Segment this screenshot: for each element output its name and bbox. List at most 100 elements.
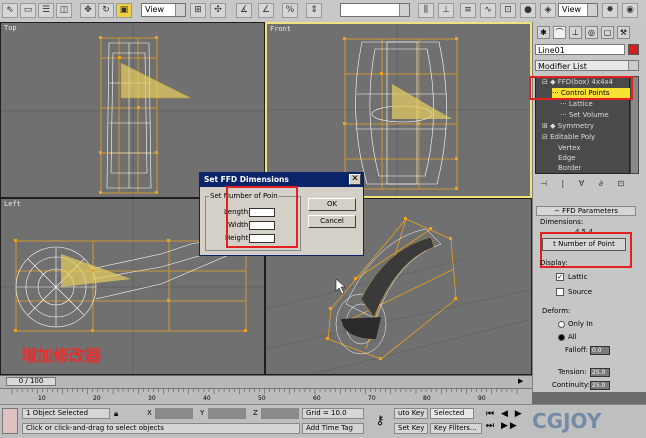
stack-tools[interactable]: ⊣ | ∀ ∂ ⊡ (540, 178, 635, 190)
front-wireframe (267, 24, 530, 196)
stack-item-lattice[interactable]: ··· Lattice (560, 99, 593, 109)
tick-label: 60 (313, 395, 321, 402)
all-radio[interactable] (558, 334, 565, 341)
tick-label: 90 (478, 395, 486, 402)
cancel-button[interactable]: Cancel (308, 215, 356, 228)
key-icon[interactable]: ⚷ (370, 409, 390, 431)
highlight-box-dialog (226, 186, 298, 248)
align-icon[interactable]: ⊥ (438, 3, 454, 18)
motion-tab-icon[interactable]: ◎ (585, 26, 598, 39)
tension-spinner[interactable]: 25.0 (590, 368, 610, 377)
falloff-spinner[interactable]: 0.0 (590, 346, 610, 355)
track-ruler (11, 389, 518, 394)
lattice-checkbox[interactable]: ✓ (556, 273, 564, 281)
stack-item-border[interactable]: Border (558, 163, 581, 173)
dimensions-label: Dimensions: (540, 218, 584, 226)
track-bar[interactable]: 10 20 30 40 50 60 70 80 90 (0, 388, 532, 405)
mirror-icon[interactable]: ⫼ (418, 3, 434, 18)
window-crossing-icon[interactable]: ◫ (56, 3, 72, 18)
scale-icon[interactable]: ▣ (116, 3, 132, 18)
time-slider[interactable]: 0 / 100 ▶ (0, 375, 532, 388)
curve-editor-icon[interactable]: ∿ (480, 3, 496, 18)
source-label: Source (568, 288, 593, 296)
grid-size: Grid = 10.0 (302, 408, 364, 419)
close-icon[interactable]: ✕ (349, 174, 361, 185)
tension-label: Tension: (558, 368, 587, 376)
z-coord-field[interactable] (261, 408, 299, 419)
tick-label: 40 (203, 395, 211, 402)
source-checkbox[interactable] (556, 288, 564, 296)
named-selection-dropdown[interactable] (340, 3, 410, 17)
prompt-line: Click or click-and-drag to select object… (22, 423, 300, 434)
display-tab-icon[interactable]: ▢ (601, 26, 614, 39)
next-frame-icon[interactable]: ▶ (518, 377, 530, 386)
select-name-icon[interactable]: ☰ (38, 3, 54, 18)
layer-icon[interactable]: ≡ (460, 3, 476, 18)
continuity-label: Continuity: (552, 381, 590, 389)
snap-icon[interactable]: ∡ (236, 3, 252, 18)
hierarchy-tab-icon[interactable]: ⊥ (569, 26, 582, 39)
object-name-field[interactable]: Line01 (535, 44, 625, 55)
watermark-logo: CGJOY (532, 409, 602, 433)
tick-label: 50 (258, 395, 266, 402)
create-tab-icon[interactable]: ✱ (537, 26, 550, 39)
object-color-swatch[interactable] (628, 44, 639, 55)
auto-key-button[interactable]: uto Key (394, 408, 428, 419)
y-label: Y (200, 409, 205, 417)
rotate-icon[interactable]: ↻ (98, 3, 114, 18)
modify-tab-icon[interactable]: ⌒ (553, 26, 566, 39)
spinner-snap-icon[interactable]: ⇕ (306, 3, 322, 18)
y-coord-field[interactable] (208, 408, 246, 419)
all-label: All (568, 333, 577, 341)
add-time-tag-button[interactable]: Add Time Tag (302, 423, 364, 434)
select-icon[interactable]: ⇖ (2, 3, 18, 18)
schematic-icon[interactable]: ⊡ (500, 3, 516, 18)
maxscript-listener[interactable] (2, 408, 18, 434)
stack-item-symmetry[interactable]: ⊞ ◆ Symmetry (542, 121, 594, 131)
active-shade-icon[interactable]: ◉ (622, 3, 638, 18)
deform-label: Deform: (542, 307, 571, 315)
tick-label: 30 (148, 395, 156, 402)
select-region-icon[interactable]: ▭ (20, 3, 36, 18)
time-slider-thumb[interactable]: 0 / 100 (6, 377, 56, 386)
select-manipulate-icon[interactable]: ✣ (210, 3, 226, 18)
key-filters-button[interactable]: Key Filters... (430, 423, 482, 434)
tick-label: 20 (93, 395, 101, 402)
selection-count: 1 Object Selected (22, 408, 110, 419)
render-scene-icon[interactable]: ◈ (540, 3, 556, 18)
stack-item-vertex[interactable]: Vertex (558, 143, 581, 153)
display-label: Display: (540, 259, 568, 267)
lock-icon[interactable]: 🔒︎ (114, 408, 124, 419)
tick-label: 80 (423, 395, 431, 402)
x-label: X (147, 409, 152, 417)
pivot-icon[interactable]: ⊞ (190, 3, 206, 18)
set-key-button[interactable]: Set Key (394, 423, 428, 434)
render-view-dropdown[interactable]: View (558, 3, 598, 17)
material-editor-icon[interactable]: ● (520, 3, 536, 18)
tick-label: 10 (38, 395, 46, 402)
stack-item-edge[interactable]: Edge (558, 153, 576, 163)
key-mode-dropdown[interactable]: Selected (430, 408, 474, 419)
ok-button[interactable]: OK (308, 198, 356, 211)
stack-item-set-volume[interactable]: ··· Set Volume (560, 110, 609, 120)
falloff-label: Falloff: (565, 346, 589, 354)
tick-label: 70 (368, 395, 376, 402)
x-coord-field[interactable] (155, 408, 193, 419)
angle-snap-icon[interactable]: ∠ (258, 3, 274, 18)
view-dropdown[interactable]: View (141, 3, 186, 17)
z-label: Z (253, 409, 258, 417)
utilities-tab-icon[interactable]: ⚒ (617, 26, 630, 39)
highlight-box-stack (529, 76, 633, 100)
quick-render-icon[interactable]: ✸ (602, 3, 618, 18)
lattice-label: Lattic (568, 273, 588, 281)
percent-snap-icon[interactable]: % (282, 3, 298, 18)
continuity-spinner[interactable]: 25.0 (590, 381, 610, 390)
move-icon[interactable]: ✥ (80, 3, 96, 18)
only-in-label: Only In (568, 320, 593, 328)
dialog-title: Set FFD Dimensions (200, 173, 363, 187)
ffd-parameters-rollout[interactable]: − FFD Parameters (536, 206, 636, 216)
only-in-radio[interactable] (558, 321, 565, 328)
main-toolbar: ⇖ ▭ ☰ ◫ ✥ ↻ ▣ View ⊞ ✣ ∡ ∠ % ⇕ ⫼ ⊥ ≡ ∿ ⊡… (0, 0, 646, 23)
stack-item-editable-poly[interactable]: ⊟ Editable Poly (542, 132, 595, 142)
modifier-list-dropdown[interactable]: Modifier List (535, 60, 639, 71)
